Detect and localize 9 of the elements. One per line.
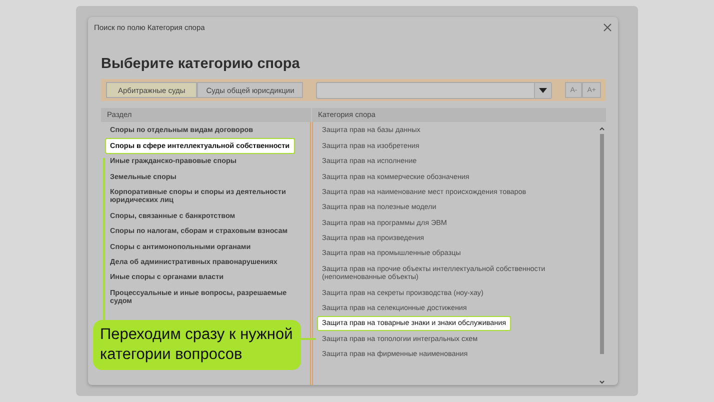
- scroll-down-icon[interactable]: [598, 379, 606, 385]
- dropdown-button[interactable]: [534, 82, 552, 98]
- scrollbar[interactable]: [598, 126, 606, 385]
- callout-bubble: Переходим сразу к нужной категории вопросов: [93, 320, 301, 370]
- scroll-up-icon[interactable]: [598, 126, 606, 132]
- caret-icon: [539, 88, 548, 92]
- dialog-heading: Выберите категорию спора: [101, 56, 301, 72]
- connector-line: [300, 338, 316, 340]
- close-icon[interactable]: [603, 23, 612, 32]
